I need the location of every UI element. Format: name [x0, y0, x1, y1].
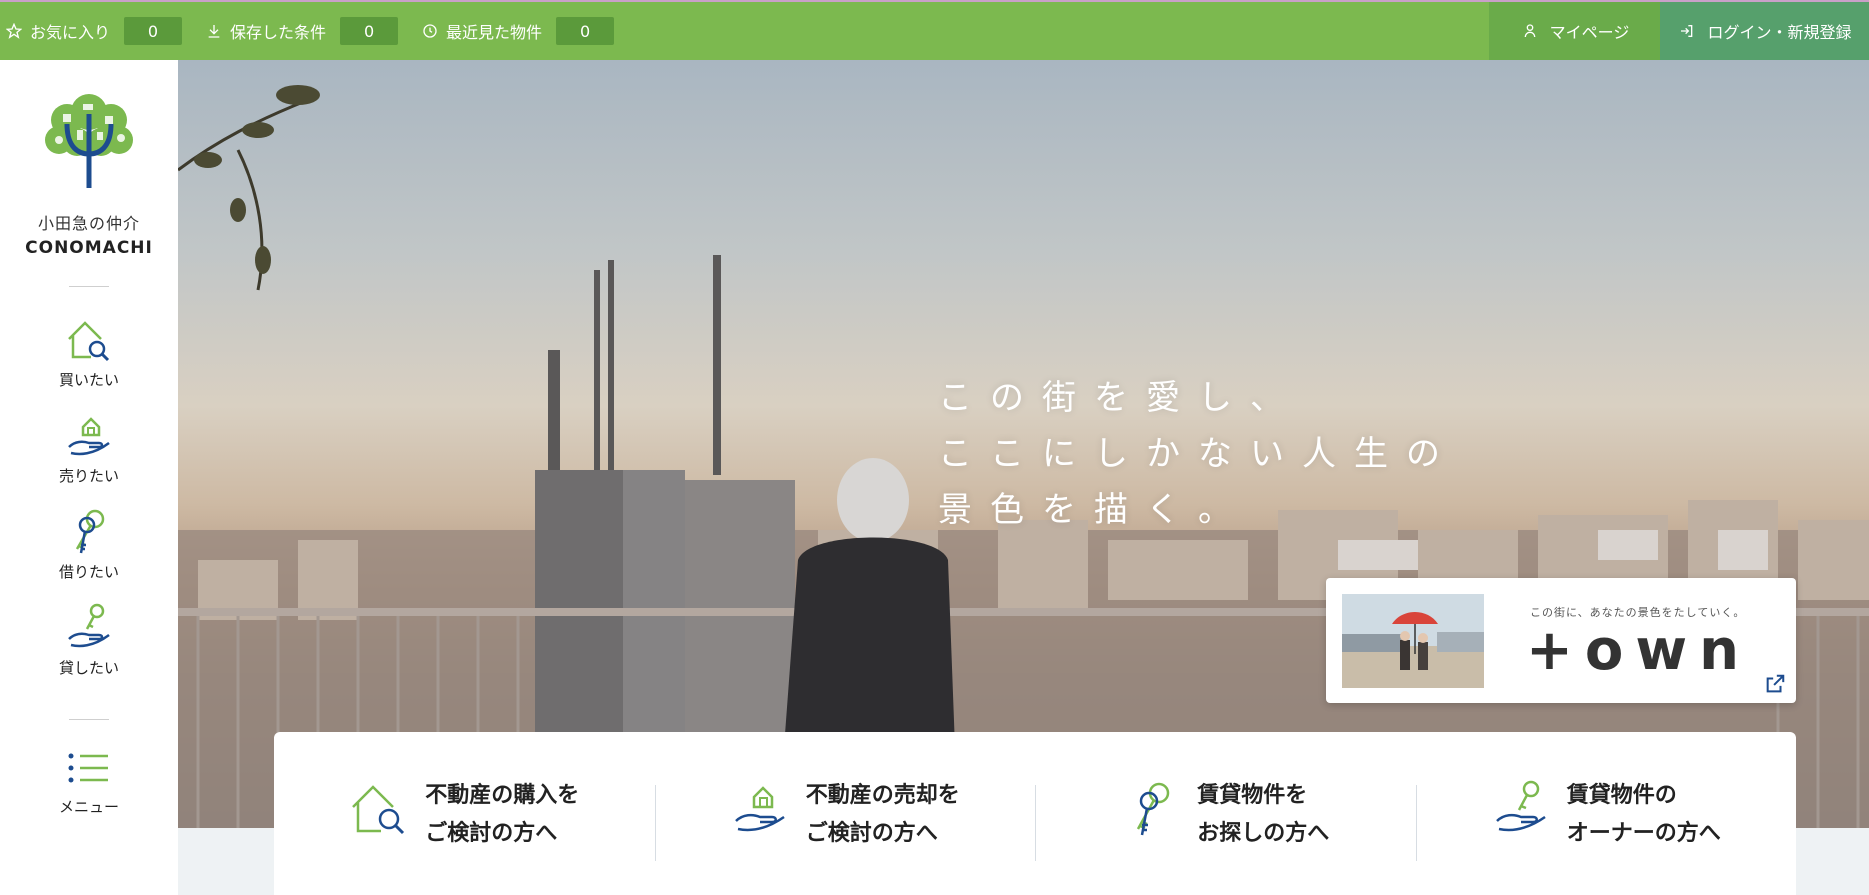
quick-nav-line2: オーナーの方へ	[1566, 821, 1721, 846]
plus-own-banner[interactable]: この街に、あなたの景色をたしていく。 +own	[1326, 578, 1796, 703]
recent-properties-label: 最近見た物件	[446, 23, 543, 42]
plus-own-logo: +own	[1526, 618, 1751, 683]
banner-photo	[1342, 594, 1484, 688]
quick-nav-text: 不動産の売却を ご検討の方へ	[806, 777, 960, 853]
keys-icon	[1137, 782, 1170, 836]
saved-conditions-link[interactable]: 保存した条件 0	[204, 17, 399, 45]
mypage-label: マイページ	[1549, 23, 1630, 42]
quick-nav-lend[interactable]: 賃貸物件の オーナーの方へ	[1415, 777, 1797, 895]
conomachi-logo[interactable]	[37, 90, 141, 190]
catch-line-2: ここにしかない人生の	[938, 434, 1458, 474]
sidebar-divider	[69, 286, 109, 287]
quick-nav-line1: 賃貸物件の	[1566, 783, 1677, 808]
sidebar-item-label: 売りたい	[58, 467, 119, 485]
top-bar: お気に入り 0 保存した条件 0 最近見た物件 0 マイページ ログイン・新規登…	[0, 0, 1869, 60]
quick-nav-sell[interactable]: 不動産の売却を ご検討の方へ	[654, 777, 1036, 895]
sidebar-item-rent[interactable]: 借りたい	[0, 499, 178, 595]
quick-nav-text: 賃貸物件を お探しの方へ	[1197, 777, 1329, 853]
sidebar-item-label: 借りたい	[58, 563, 119, 581]
login-register-button[interactable]: ログイン・新規登録	[1660, 2, 1869, 60]
hero-catchphrase: この街を愛し、 ここにしかない人生の 景色を描く。	[938, 370, 1458, 538]
sidebar-item-label: 貸したい	[58, 659, 119, 677]
quick-nav-line1: 賃貸物件を	[1197, 783, 1308, 808]
brand-name-jp: 小田急の仲介	[37, 214, 140, 233]
quick-nav-line2: ご検討の方へ	[425, 821, 558, 846]
login-register-label: ログイン・新規登録	[1707, 23, 1852, 42]
sidebar: 小田急の仲介 CONOMACHI 買いたい 売りたい 借りたい 貸したい メニュ…	[0, 60, 178, 895]
recent-properties-count: 0	[556, 17, 615, 45]
sidebar-divider	[69, 719, 109, 720]
star-icon	[4, 21, 24, 41]
favorites-link[interactable]: お気に入り 0	[4, 17, 183, 45]
mypage-button[interactable]: マイページ	[1489, 2, 1660, 60]
hero-image: この街を愛し、 ここにしかない人生の 景色を描く。	[178, 60, 1869, 828]
catch-line-1: この街を愛し、	[938, 378, 1302, 418]
quick-nav-buy[interactable]: 不動産の購入を ご検討の方へ	[274, 777, 655, 895]
house-search-icon	[352, 785, 405, 835]
hand-key-icon	[1495, 780, 1546, 832]
quick-nav-line2: ご検討の方へ	[805, 821, 938, 846]
quick-nav-text: 賃貸物件の オーナーの方へ	[1567, 777, 1721, 853]
external-link-icon	[1764, 673, 1786, 695]
favorites-label: お気に入り	[30, 23, 111, 42]
menu-list-icon	[68, 753, 108, 783]
tree-logo-icon	[45, 94, 133, 188]
saved-conditions-label: 保存した条件	[230, 23, 327, 42]
download-icon	[204, 21, 224, 41]
favorites-count: 0	[124, 17, 183, 45]
login-icon	[1677, 21, 1697, 41]
quick-nav-line1: 不動産の売却を	[805, 783, 960, 808]
keys-icon	[75, 509, 105, 554]
top-bar-right: マイページ ログイン・新規登録	[1489, 2, 1869, 60]
quick-navigation: 不動産の購入を ご検討の方へ 不動産の売却を ご検討の方へ 賃貸物件を お探しの…	[274, 732, 1796, 895]
hand-key-icon	[68, 603, 110, 648]
quick-nav-line1: 不動産の購入を	[425, 783, 580, 808]
catch-line-3: 景色を描く。	[938, 490, 1250, 530]
sidebar-item-lend[interactable]: 貸したい	[0, 595, 178, 691]
quick-nav-line2: お探しの方へ	[1197, 821, 1330, 846]
brand-name-en: CONOMACHI	[25, 238, 153, 258]
quick-nav-rent[interactable]: 賃貸物件を お探しの方へ	[1035, 777, 1416, 895]
person-icon	[1520, 21, 1540, 41]
menu-button[interactable]: メニュー	[59, 750, 119, 817]
sidebar-item-buy[interactable]: 買いたい	[0, 307, 178, 403]
sidebar-item-label: 買いたい	[58, 371, 119, 389]
top-bar-left: お気に入り 0 保存した条件 0 最近見た物件 0	[0, 17, 615, 45]
recent-properties-link[interactable]: 最近見た物件 0	[420, 17, 615, 45]
hand-house-icon	[734, 786, 785, 832]
saved-conditions-count: 0	[340, 17, 399, 45]
hand-house-icon	[68, 417, 110, 456]
sidebar-item-sell[interactable]: 売りたい	[0, 403, 178, 499]
clock-icon	[420, 21, 440, 41]
menu-label: メニュー	[58, 798, 119, 816]
house-search-icon	[68, 321, 110, 362]
quick-nav-text: 不動産の購入を ご検討の方へ	[425, 777, 579, 853]
